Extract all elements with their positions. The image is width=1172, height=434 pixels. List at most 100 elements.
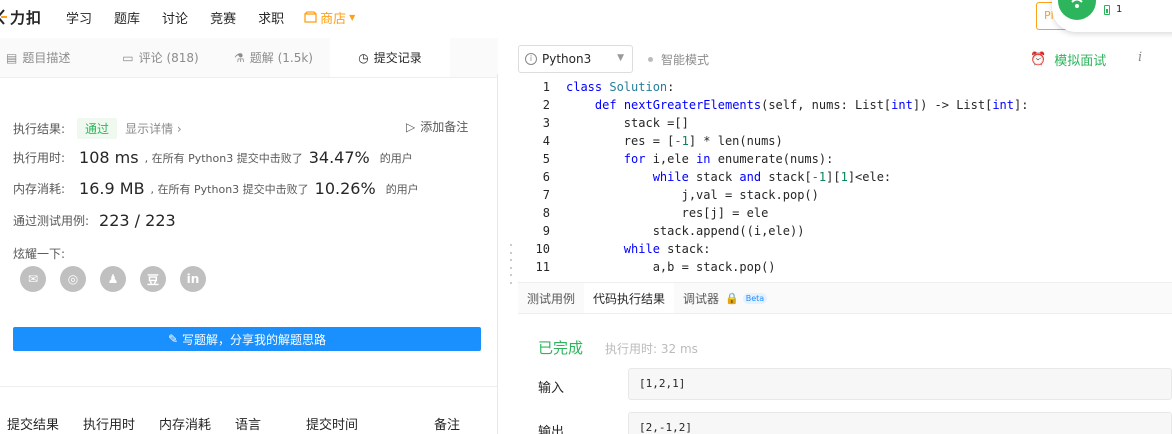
status-popover: 1 [1052, 0, 1172, 32]
code-line: 5 for i,ele in enumerate(nums): [542, 152, 834, 166]
runtime-percent: 34.47% [308, 148, 370, 167]
runtime-suffix: 的用户 [379, 151, 413, 165]
code-line: 9 stack.append((i,ele)) [542, 224, 805, 238]
top-nav: 力扣 学习 题库 讨论 竞赛 求职 商店 ▼ [0, 0, 1172, 34]
info-button[interactable]: i [1138, 50, 1142, 65]
output-label: 输出 [538, 425, 565, 434]
beta-badge: Beta [742, 292, 768, 304]
memory-suffix: 的用户 [385, 182, 419, 196]
tab-run-result[interactable]: 代码执行结果 [584, 283, 675, 313]
mock-interview-label: 模拟面试 [1054, 54, 1107, 69]
add-note-button[interactable]: ▷ 添加备注 [406, 118, 468, 135]
runtime-row: 执行用时: 108 ms , 在所有 Python3 提交中击败了 34.47%… [13, 148, 413, 167]
dot-icon [648, 56, 653, 62]
debugger-label: 调试器 [683, 291, 720, 306]
social-share: ✉ ◎ ♟ 豆 in [20, 266, 220, 292]
mock-interview-button[interactable]: ⏰ 模拟面试 [1030, 50, 1106, 69]
status-badge: 通过 [77, 118, 118, 139]
info-icon: i [525, 53, 537, 65]
col-header-note: 备注 [434, 418, 461, 433]
description-icon: ▤ [6, 50, 18, 65]
code-line: 10 while stack: [535, 242, 711, 256]
write-solution-button[interactable]: ✎ 写题解，分享我的解题思路 [13, 327, 481, 351]
weibo-icon[interactable]: ◎ [60, 266, 86, 292]
tab-submissions[interactable]: ◷ 提交记录 [330, 38, 450, 77]
runtime-beat-text: , 在所有 Python3 提交中击败了 [144, 151, 303, 165]
code-line: 6 while stack and stack[-1][1]<ele: [542, 170, 892, 184]
tab-label: 提交记录 [373, 51, 422, 65]
tab-solutions[interactable]: ⚗ 题解 (1.5k) [217, 38, 330, 77]
code-line: 8 res[j] = ele [542, 206, 769, 220]
resize-handle[interactable] [510, 244, 514, 284]
language-value: Python3 [542, 52, 592, 66]
douban-icon[interactable]: 豆 [140, 266, 166, 292]
console-tabs: 测试用例 代码执行结果 调试器 🔒 Beta [518, 282, 1172, 314]
alarm-clock-icon: ⏰ [1030, 52, 1047, 67]
add-note-label: 添加备注 [420, 120, 469, 134]
input-value: [1,2,1] [628, 368, 1172, 400]
input-label: 输入 [538, 381, 565, 396]
flag-icon: ▷ [406, 119, 416, 134]
output-value: [2,-1,2] [628, 412, 1172, 434]
cases-value: 223 / 223 [99, 211, 176, 230]
code-editor[interactable]: 1 class Solution: 2 def nextGreaterElemen… [518, 78, 1172, 276]
share-label-row: 炫耀一下: [13, 245, 65, 262]
runtime-label: 执行用时: [13, 151, 66, 165]
code-line: 7 j,val = stack.pop() [542, 188, 819, 202]
nav-item-discuss[interactable]: 讨论 [162, 8, 188, 27]
linkedin-icon[interactable]: in [180, 266, 206, 292]
qq-icon[interactable]: ♟ [100, 266, 126, 292]
result-row: 执行结果: 通过 显示详情 › [13, 118, 182, 139]
nav-item-jobs[interactable]: 求职 [258, 8, 284, 27]
shop-label: 商店 [320, 11, 347, 27]
lock-icon: 🔒 [725, 291, 739, 305]
left-tabs: ▤ 题目描述 ▭ 评论 (818) ⚗ 题解 (1.5k) ◷ 提交记录 [0, 38, 498, 78]
tab-label: 题解 (1.5k) [249, 51, 313, 65]
run-status: 已完成 [538, 339, 584, 357]
tab-comments[interactable]: ▭ 评论 (818) [104, 38, 217, 77]
comment-icon: ▭ [122, 50, 134, 65]
code-line: 2 def nextGreaterElements(self, nums: Li… [542, 98, 1029, 112]
memory-row: 内存消耗: 16.9 MB , 在所有 Python3 提交中击败了 10.26… [13, 179, 419, 198]
code-line: 3 stack =[] [542, 116, 689, 130]
tab-debugger[interactable]: 调试器 🔒 Beta [674, 283, 776, 313]
col-header-time: 提交时间 [306, 418, 359, 433]
submissions-table-header: 提交结果 执行用时 内存消耗 语言 提交时间 备注 [0, 414, 498, 434]
pencil-icon: ✎ [167, 332, 179, 346]
nav-item-problems[interactable]: 题库 [114, 8, 140, 27]
memory-label: 内存消耗: [13, 182, 66, 196]
col-header-runtime: 执行用时 [83, 418, 136, 433]
wechat-icon[interactable]: ✉ [20, 266, 46, 292]
chevron-down-icon: ▼ [617, 53, 624, 63]
nav-item-shop[interactable]: 商店 ▼ [304, 8, 355, 27]
write-solution-label: 写题解，分享我的解题思路 [182, 332, 327, 347]
logo[interactable]: 力扣 [0, 7, 42, 28]
code-line: 4 res = [-1] * len(nums) [542, 134, 783, 148]
memory-percent: 10.26% [314, 179, 376, 198]
language-select[interactable]: i Python3 ▼ [518, 45, 633, 73]
leetcode-logo-icon [0, 9, 7, 25]
runtime-value: 108 ms [79, 148, 139, 167]
chevron-down-icon: ▼ [349, 12, 356, 22]
tab-description[interactable]: ▤ 题目描述 [0, 38, 104, 77]
show-details-link[interactable]: 显示详情 › [125, 120, 182, 137]
col-header-memory: 内存消耗 [159, 418, 212, 433]
tab-testcase[interactable]: 测试用例 [518, 283, 584, 313]
nav-item-learn[interactable]: 学习 [66, 8, 92, 27]
tab-label: 评论 (818) [138, 51, 199, 65]
wifi-icon[interactable] [1058, 0, 1096, 20]
nav-item-contest[interactable]: 竞赛 [210, 8, 236, 27]
smart-mode-label: 智能模式 [661, 52, 710, 67]
result-label: 执行结果: [13, 122, 66, 136]
code-line: 11 a,b = stack.pop() [535, 260, 776, 274]
left-panel: ▤ 题目描述 ▭ 评论 (818) ⚗ 题解 (1.5k) ◷ 提交记录 执行结… [0, 38, 498, 434]
editor-toolbar: i Python3 ▼ 智能模式 ⏰ 模拟面试 i [518, 44, 1172, 74]
flask-icon: ⚗ [234, 50, 245, 65]
smart-mode-toggle[interactable]: 智能模式 [648, 51, 709, 68]
tab-filler [450, 38, 498, 77]
col-header-language: 语言 [235, 418, 262, 433]
divider [0, 386, 498, 387]
left-scrollbar[interactable] [497, 74, 503, 434]
tab-label: 题目描述 [22, 51, 71, 65]
col-header-result: 提交结果 [7, 418, 60, 433]
